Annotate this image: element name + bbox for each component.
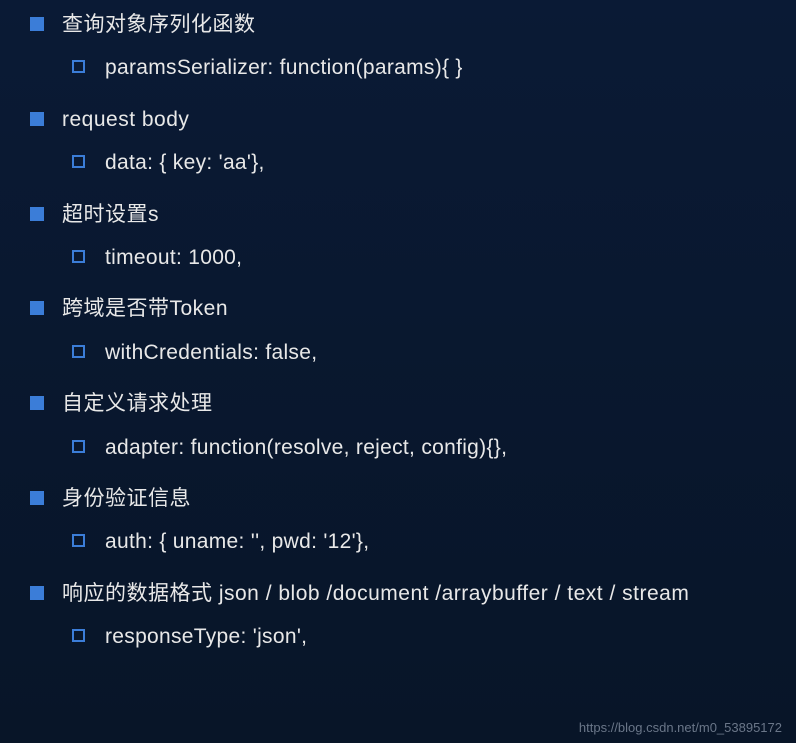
item-label: 自定义请求处理	[62, 389, 213, 418]
subitem-label: adapter: function(resolve, reject, confi…	[105, 433, 507, 462]
square-outline-icon	[72, 440, 85, 453]
square-filled-icon	[30, 17, 44, 31]
subitem-label: responseType: 'json',	[105, 622, 307, 651]
watermark-url: https://blog.csdn.net/m0_53895172	[579, 720, 782, 735]
subitem-label: timeout: 1000,	[105, 243, 242, 272]
square-outline-icon	[72, 534, 85, 547]
list-subitem: data: { key: 'aa'},	[72, 148, 776, 177]
list-item: 查询对象序列化函数	[20, 10, 776, 39]
square-outline-icon	[72, 250, 85, 263]
square-filled-icon	[30, 396, 44, 410]
square-filled-icon	[30, 207, 44, 221]
square-outline-icon	[72, 629, 85, 642]
item-label: 响应的数据格式 json / blob /document /arraybuff…	[62, 579, 689, 608]
list-subitem: responseType: 'json',	[72, 622, 776, 651]
subitem-label: withCredentials: false,	[105, 338, 317, 367]
list-subitem: auth: { uname: '', pwd: '12'},	[72, 527, 776, 556]
item-label: 查询对象序列化函数	[62, 10, 256, 39]
item-label: 身份验证信息	[62, 484, 191, 513]
item-label: 超时设置s	[62, 200, 159, 229]
subitem-label: auth: { uname: '', pwd: '12'},	[105, 527, 369, 556]
list-subitem: adapter: function(resolve, reject, confi…	[72, 433, 776, 462]
square-filled-icon	[30, 491, 44, 505]
square-filled-icon	[30, 301, 44, 315]
subitem-label: data: { key: 'aa'},	[105, 148, 265, 177]
subitem-label: paramsSerializer: function(params){ }	[105, 53, 463, 82]
list-item: 响应的数据格式 json / blob /document /arraybuff…	[20, 579, 776, 608]
list-subitem: paramsSerializer: function(params){ }	[72, 53, 776, 82]
square-outline-icon	[72, 345, 85, 358]
square-filled-icon	[30, 586, 44, 600]
item-label: 跨域是否带Token	[62, 294, 228, 323]
item-label: request body	[62, 105, 189, 134]
config-list: 查询对象序列化函数 paramsSerializer: function(par…	[20, 10, 776, 651]
list-subitem: withCredentials: false,	[72, 338, 776, 367]
list-item: 跨域是否带Token	[20, 294, 776, 323]
list-item: 身份验证信息	[20, 484, 776, 513]
list-subitem: timeout: 1000,	[72, 243, 776, 272]
square-outline-icon	[72, 60, 85, 73]
list-item: 超时设置s	[20, 200, 776, 229]
square-filled-icon	[30, 112, 44, 126]
square-outline-icon	[72, 155, 85, 168]
list-item: 自定义请求处理	[20, 389, 776, 418]
list-item: request body	[20, 105, 776, 134]
